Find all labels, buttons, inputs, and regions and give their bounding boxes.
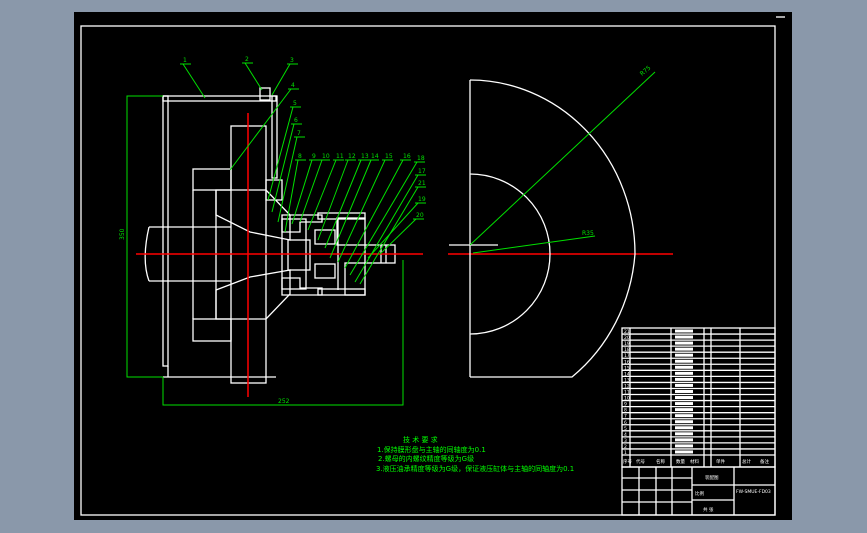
height-dimension-label: 350	[119, 228, 126, 240]
part-name-text	[675, 359, 693, 363]
parts-list-row-number: 21	[624, 329, 630, 335]
tech-requirements-title: 技 术 要 求	[403, 435, 438, 444]
part-label-14: 14	[371, 153, 379, 160]
part-name-text	[675, 371, 693, 375]
tech-requirements: 技 术 要 求 1.保持膜形盘与主轴的同轴度为0.1 2.螺母的内螺纹精度等级为…	[376, 435, 574, 473]
section-view	[144, 87, 396, 384]
leader-line	[244, 62, 263, 91]
part-leaders: 1 2 345678 9 10 11 12 13 14 15 16 1817211920	[180, 56, 426, 285]
parts-list-row-number: 14	[624, 371, 630, 377]
part-name-text	[675, 365, 693, 369]
leader-line	[271, 63, 291, 96]
drawing-number: FW-SMUE-FD03	[736, 489, 771, 495]
drawing-name: 装配图	[705, 474, 719, 481]
part-label-19: 19	[418, 196, 426, 203]
parts-list-header: 数量	[676, 458, 685, 465]
parts-list-row-number: 17	[624, 353, 630, 359]
part-label-4: 4	[291, 82, 295, 89]
parts-list-row-number: 5	[624, 426, 627, 432]
parts-list-row-number: 3	[624, 438, 627, 444]
title-block: 装配图 FW-SMUE-FD03 比例 共 张	[621, 466, 776, 516]
leader-line	[182, 63, 206, 99]
parts-list-header: 总计	[742, 458, 751, 465]
part-label-18: 18	[417, 155, 425, 162]
part-label-15: 15	[385, 153, 393, 160]
dimension-width: 252	[162, 260, 404, 406]
tech-requirement-item: 3.液压油承精度等级为G级，保证液压缸体与主轴的同轴度为0.1	[376, 464, 574, 473]
part-name-text	[675, 389, 693, 393]
part-label-8: 8	[298, 153, 302, 160]
part-name-text	[675, 414, 693, 418]
parts-list-header: 材料	[690, 458, 699, 465]
parts-list-row-number: 2	[624, 444, 627, 450]
part-label-6: 6	[294, 117, 298, 124]
drawing-canvas[interactable]: 350 252 1 2 3 4 5 6 7 8 9 10 11 12 13 14 15 16 18 17 21 19 2…	[74, 12, 792, 520]
part-name-text	[675, 329, 693, 333]
dimension-height: 350	[119, 95, 163, 378]
part-name-text	[675, 432, 693, 436]
part-name-text	[675, 438, 693, 442]
part-label-13: 13	[361, 153, 369, 160]
part-name-text	[675, 335, 693, 339]
part-name-text	[675, 341, 693, 345]
part-name-text	[675, 444, 693, 448]
part-name-text	[675, 353, 693, 357]
part-name-text	[675, 450, 693, 454]
parts-list-row-number: 10	[624, 396, 630, 402]
parts-list-row-number: 1	[624, 450, 627, 456]
width-dimension-label: 252	[278, 398, 290, 405]
leader-line	[379, 218, 417, 255]
part-name-text	[675, 347, 693, 351]
parts-list-frame	[621, 327, 776, 468]
parts-list: 212019181716151413121110987654321序号 代号 名称数…	[621, 327, 776, 468]
part-name-text	[675, 396, 693, 400]
tech-requirement-item: 2.螺母的内螺纹精度等级为G级	[378, 454, 474, 463]
part-label-2: 2	[245, 56, 249, 63]
parts-list-row-number: 20	[624, 335, 630, 341]
parts-list-row-number: 15	[624, 365, 630, 371]
parts-list-row-number: 11	[624, 390, 630, 396]
sheet-label: 共 张	[703, 506, 714, 513]
parts-list-row-number: 16	[624, 359, 630, 365]
parts-list-row-number: 7	[624, 414, 627, 420]
part-label-1: 1	[183, 57, 187, 64]
parts-list-row-number: 6	[624, 420, 627, 426]
part-name-text	[675, 402, 693, 406]
parts-list-header: 备注	[760, 458, 769, 465]
part-label-16: 16	[403, 153, 411, 160]
parts-list-row-number: 18	[624, 347, 630, 353]
parts-list-header: 单件	[716, 458, 725, 465]
part-name-text	[675, 377, 693, 381]
leader-line	[284, 159, 299, 233]
parts-list-row-number: 19	[624, 341, 630, 347]
parts-list-row-number: 9	[624, 402, 627, 408]
parts-list-header: 序号	[623, 458, 632, 465]
part-label-20: 20	[416, 212, 424, 219]
part-label-9: 9	[312, 153, 316, 160]
parts-list-row-number: 8	[624, 408, 627, 414]
inner-radius-label: R35	[582, 230, 594, 237]
part-name-text	[675, 383, 693, 387]
part-label-5: 5	[293, 100, 297, 107]
part-name-text	[675, 420, 693, 424]
scale-label: 比例	[695, 490, 704, 497]
parts-list-header: 代号	[636, 458, 645, 465]
part-name-text	[675, 408, 693, 412]
tech-requirement-item: 1.保持膜形盘与主轴的同轴度为0.1	[377, 445, 486, 454]
cad-drawing: 350 252 1 2 345678 9 10 11 12 13 14 15 16 181721192…	[80, 16, 785, 516]
parts-list-row-number: 13	[624, 377, 630, 383]
part-label-11: 11	[336, 153, 344, 160]
part-label-17: 17	[418, 168, 426, 175]
parts-list-row-number: 12	[624, 383, 630, 389]
part-label-3: 3	[290, 57, 294, 64]
part-label-21: 21	[418, 180, 426, 187]
parts-list-header: 名称	[656, 458, 665, 465]
part-name-text	[675, 426, 693, 430]
outer-radius-label: R75	[639, 64, 653, 77]
parts-list-row-number: 4	[624, 432, 627, 438]
part-label-7: 7	[297, 130, 301, 137]
part-label-12: 12	[348, 153, 356, 160]
part-label-10: 10	[322, 153, 330, 160]
